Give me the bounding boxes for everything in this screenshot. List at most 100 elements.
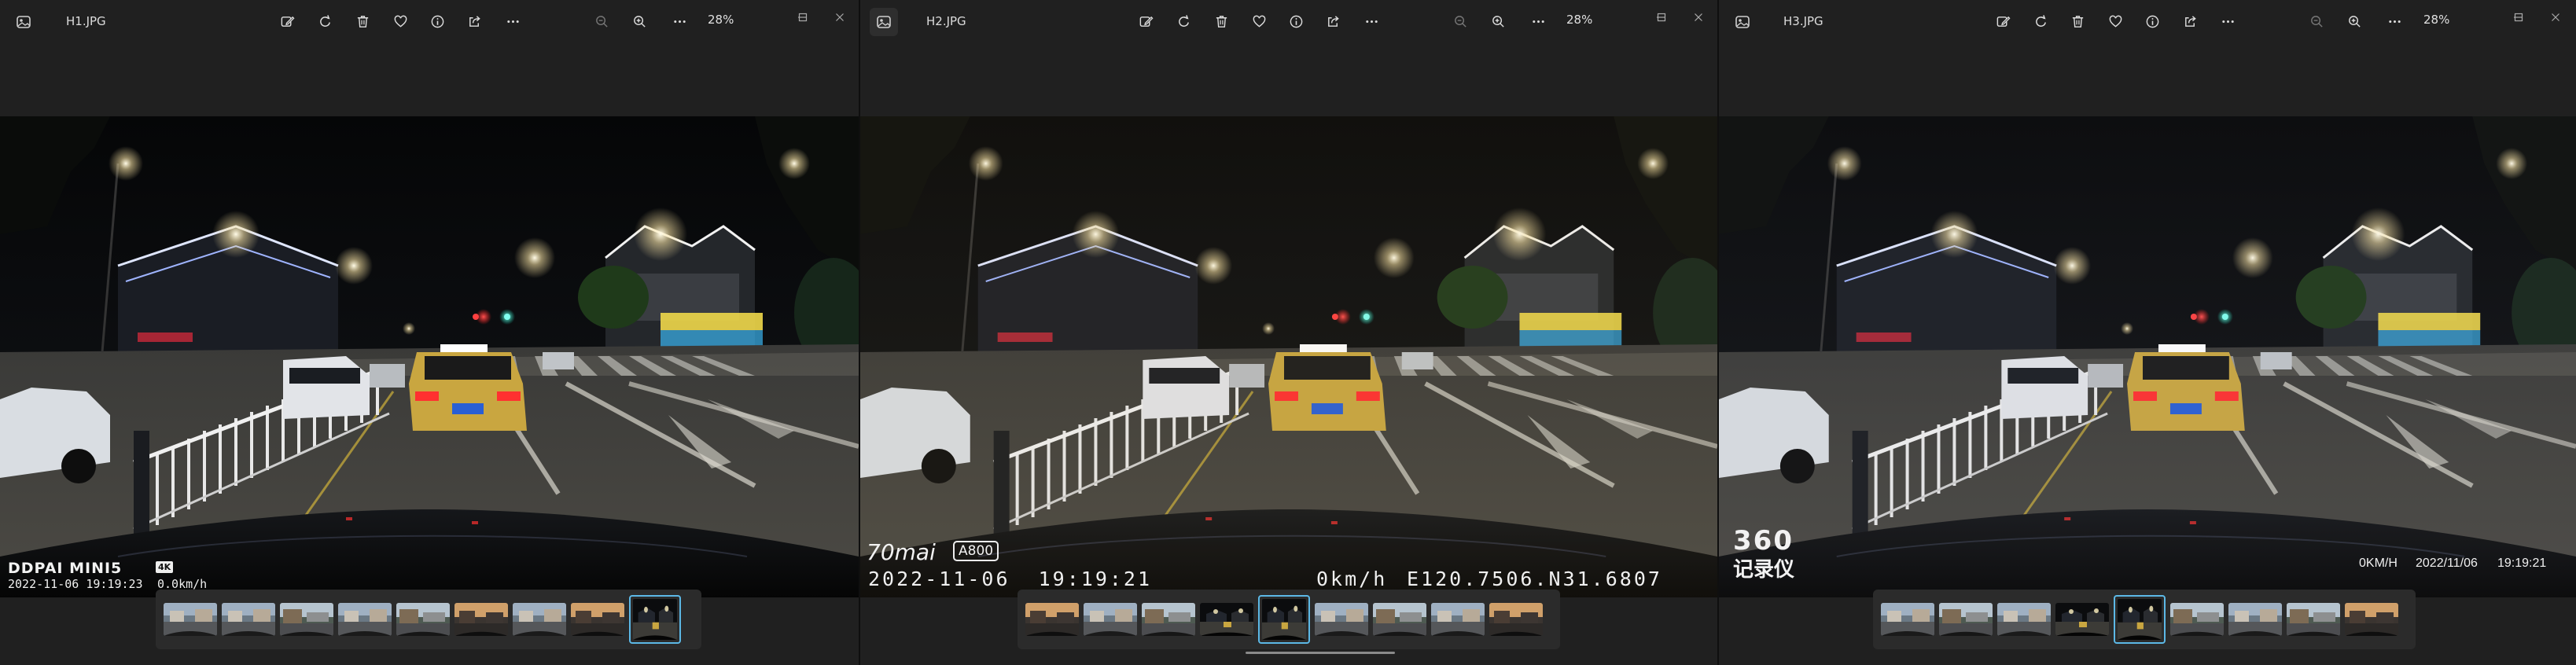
zoom-level[interactable]: 28% (1566, 13, 1592, 27)
camera-brand-logo: 70mai (867, 539, 936, 565)
filmstrip-scrollbar[interactable] (1246, 652, 1395, 654)
filmstrip-thumbnail-selected[interactable] (1258, 595, 1310, 644)
close-icon[interactable] (2546, 8, 2565, 27)
delete-icon[interactable] (352, 11, 373, 31)
time-overlay: 19:19:21 (2497, 557, 2547, 570)
zoom-level[interactable]: 28% (708, 13, 734, 27)
info-icon[interactable] (1286, 11, 1306, 31)
more-options-icon[interactable] (1361, 11, 1382, 31)
dashcam-photo-h3 (1719, 116, 2576, 597)
resolution-badge: 4K (156, 561, 174, 573)
filmstrip-thumbnail-selected[interactable] (629, 595, 681, 644)
delete-icon[interactable] (2067, 11, 2088, 31)
more-options-icon[interactable] (669, 11, 690, 31)
model-badge: A800 (953, 541, 999, 561)
filmstrip-thumbnail[interactable] (280, 603, 333, 636)
share-icon[interactable] (464, 11, 484, 31)
filmstrip-thumbnail[interactable] (2345, 603, 2398, 636)
filmstrip-thumbnail[interactable] (1200, 603, 1253, 636)
close-icon[interactable] (830, 8, 849, 27)
rotate-icon[interactable] (315, 11, 335, 31)
photos-app-icon (870, 8, 898, 36)
filmstrip-thumbnail[interactable] (1315, 603, 1368, 636)
gps-coordinates-overlay: E120.7506.N31.6807 (1407, 568, 1662, 590)
info-icon[interactable] (427, 11, 447, 31)
maximize-icon[interactable] (2509, 8, 2528, 27)
photo-canvas[interactable]: 70mai A800 2022-11-06 19:19:21 0km/h E12… (860, 116, 1717, 597)
filmstrip-thumbnail[interactable] (1997, 603, 2051, 636)
info-icon[interactable] (2142, 11, 2162, 31)
share-icon[interactable] (2180, 11, 2200, 31)
speed-overlay: 0KM/H (2359, 557, 2398, 570)
edit-icon[interactable] (1993, 11, 2013, 31)
filmstrip-thumbnail[interactable] (2287, 603, 2340, 636)
title-bar[interactable]: H1.JPG 28% (0, 0, 859, 42)
filmstrip-thumbnail[interactable] (222, 603, 275, 636)
maximize-icon[interactable] (1652, 8, 1671, 27)
filmstrip-thumbnail[interactable] (1489, 603, 1543, 636)
filmstrip[interactable] (1018, 590, 1560, 649)
zoom-in-icon[interactable] (1488, 11, 1508, 31)
share-icon[interactable] (1323, 11, 1343, 31)
filmstrip-thumbnail[interactable] (2228, 603, 2282, 636)
maximize-icon[interactable] (793, 8, 812, 27)
file-name: H2.JPG (926, 14, 966, 28)
speed-overlay: 0km/h (1316, 568, 1388, 590)
filmstrip-thumbnail[interactable] (454, 603, 508, 636)
more-options-icon[interactable] (502, 11, 523, 31)
timestamp-overlay: 2022-11-06 19:19:21 (868, 568, 1153, 590)
zoom-in-icon[interactable] (629, 11, 650, 31)
close-icon[interactable] (1689, 8, 1708, 27)
camera-brand-logo: DDPAI MINI5 (8, 560, 123, 577)
filmstrip-thumbnail[interactable] (513, 603, 566, 636)
filmstrip-thumbnail[interactable] (396, 603, 450, 636)
edit-icon[interactable] (1135, 11, 1156, 31)
more-options-icon[interactable] (2217, 11, 2238, 31)
edit-icon[interactable] (277, 11, 297, 31)
file-name: H3.JPG (1783, 14, 1823, 28)
zoom-out-icon[interactable] (2306, 11, 2327, 31)
filmstrip[interactable] (156, 590, 701, 649)
photos-app-icon (1728, 8, 1757, 36)
date-overlay: 2022/11/06 (2416, 557, 2478, 570)
camera-brand-subtitle: 记录仪 (1733, 558, 1795, 582)
filmstrip-thumbnail[interactable] (1431, 603, 1485, 636)
zoom-level[interactable]: 28% (2423, 13, 2449, 27)
zoom-out-icon[interactable] (591, 11, 612, 31)
photo-canvas[interactable]: DDPAI MINI5 4K 2022-11-06 19:19:23 0.0km… (0, 116, 859, 597)
filmstrip-thumbnail[interactable] (164, 603, 217, 636)
photos-app-icon (9, 8, 38, 36)
rotate-icon[interactable] (2030, 11, 2051, 31)
filmstrip-thumbnail-selected[interactable] (2114, 595, 2166, 644)
camera-brand-logo: 360 (1733, 525, 1794, 557)
more-options-icon[interactable] (2384, 11, 2405, 31)
rotate-icon[interactable] (1173, 11, 1194, 31)
filmstrip-thumbnail[interactable] (1373, 603, 1426, 636)
filmstrip-thumbnail[interactable] (2055, 603, 2109, 636)
timestamp-overlay: 2022-11-06 19:19:23 (8, 577, 143, 591)
photo-canvas[interactable]: 360 记录仪 0KM/H 2022/11/06 19:19:21 (1719, 116, 2576, 597)
title-bar[interactable]: H2.JPG 28% (860, 0, 1717, 42)
zoom-in-icon[interactable] (2344, 11, 2364, 31)
favorite-heart-icon[interactable] (1249, 11, 1269, 31)
filmstrip-thumbnail[interactable] (1025, 603, 1079, 636)
filmstrip-thumbnail[interactable] (1084, 603, 1137, 636)
filmstrip-thumbnail[interactable] (1142, 603, 1195, 636)
more-options-icon[interactable] (1528, 11, 1548, 31)
filmstrip-thumbnail[interactable] (338, 603, 392, 636)
filmstrip-thumbnail[interactable] (1881, 603, 1934, 636)
filmstrip-thumbnail[interactable] (1939, 603, 1993, 636)
photo-viewer-window-h1: H1.JPG 28% DDPAI MINI5 4K 2022-11-06 19:… (0, 0, 859, 665)
filmstrip[interactable] (1873, 590, 2416, 649)
dashcam-photo-h1 (0, 116, 859, 597)
file-name: H1.JPG (66, 14, 106, 28)
delete-icon[interactable] (1211, 11, 1231, 31)
photo-viewer-window-h2: H2.JPG 28% 70mai A800 2022-11-06 19:19:2… (860, 0, 1717, 665)
favorite-heart-icon[interactable] (390, 11, 410, 31)
favorite-heart-icon[interactable] (2105, 11, 2125, 31)
zoom-out-icon[interactable] (1450, 11, 1470, 31)
filmstrip-thumbnail[interactable] (2170, 603, 2224, 636)
photo-viewer-window-h3: H3.JPG 28% 360 记录仪 0KM/H 2022/11/06 19:1… (1719, 0, 2576, 665)
filmstrip-thumbnail[interactable] (571, 603, 624, 636)
title-bar[interactable]: H3.JPG 28% (1719, 0, 2576, 42)
